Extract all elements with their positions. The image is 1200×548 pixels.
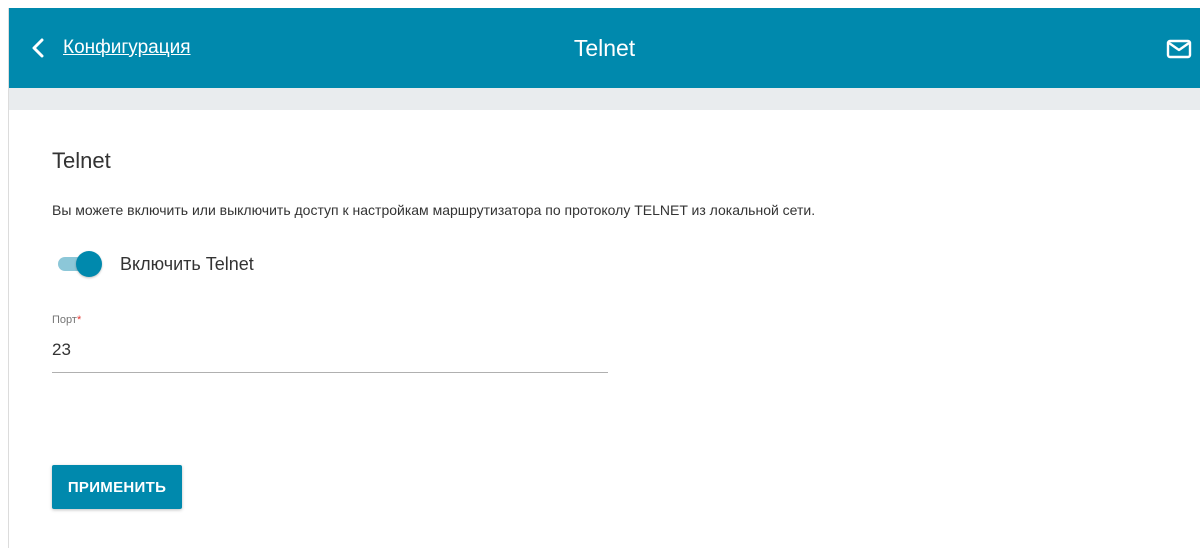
enable-telnet-row[interactable]: Включить Telnet (56, 250, 254, 278)
toggle-knob[interactable] (76, 251, 102, 277)
port-field: Порт* (52, 314, 608, 373)
port-field-label: Порт* (52, 314, 608, 326)
back-link-label[interactable]: Конфигурация (63, 37, 191, 59)
enable-telnet-label[interactable]: Включить Telnet (120, 254, 254, 275)
page: Конфигурация Telnet Telnet Вы можете вкл… (0, 0, 1200, 548)
required-mark: * (76, 314, 82, 326)
port-label-text: Порт (52, 314, 77, 326)
section-title: Telnet (52, 148, 111, 173)
section-description: Вы можете включить или выключить доступ … (52, 202, 816, 218)
header-divider-band (9, 88, 1200, 110)
chevron-left-icon[interactable] (29, 38, 49, 58)
apply-button[interactable]: ПРИМЕНИТЬ (52, 465, 182, 509)
enable-telnet-toggle[interactable] (56, 250, 102, 278)
back-link[interactable]: Конфигурация (29, 8, 191, 88)
top-bar: Конфигурация Telnet (9, 8, 1200, 88)
port-input[interactable] (52, 340, 608, 373)
mail-icon[interactable] (1166, 38, 1192, 60)
